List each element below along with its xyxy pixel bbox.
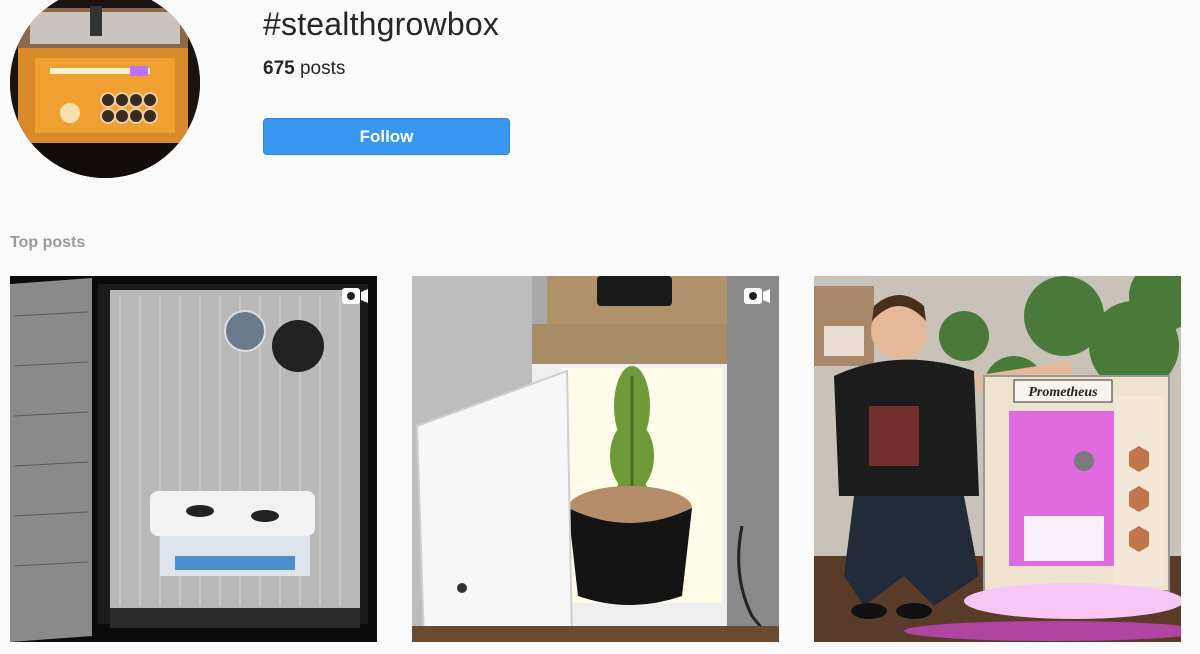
posts-count-suffix: posts [294, 58, 346, 79]
prometheus-sign: Prometheus [1028, 385, 1098, 400]
hashtag-page: #stealthgrowbox 675 posts Follow Top pos… [0, 0, 1200, 654]
post-thumbnail-1[interactable] [10, 276, 377, 642]
post-image-3: Prometheus [814, 276, 1181, 642]
video-icon [342, 288, 368, 304]
posts-count: 675 posts [263, 58, 345, 80]
video-icon [744, 288, 770, 304]
hashtag-title: #stealthgrowbox [263, 6, 500, 42]
top-posts-heading: Top posts [10, 234, 86, 251]
follow-button[interactable]: Follow [263, 118, 510, 155]
post-image-2 [412, 276, 779, 642]
post-thumbnail-2[interactable] [412, 276, 779, 642]
posts-count-number: 675 [263, 58, 295, 79]
post-image-1 [10, 276, 377, 642]
post-thumbnail-3[interactable]: Prometheus [814, 276, 1181, 642]
hashtag-avatar [10, 0, 200, 178]
